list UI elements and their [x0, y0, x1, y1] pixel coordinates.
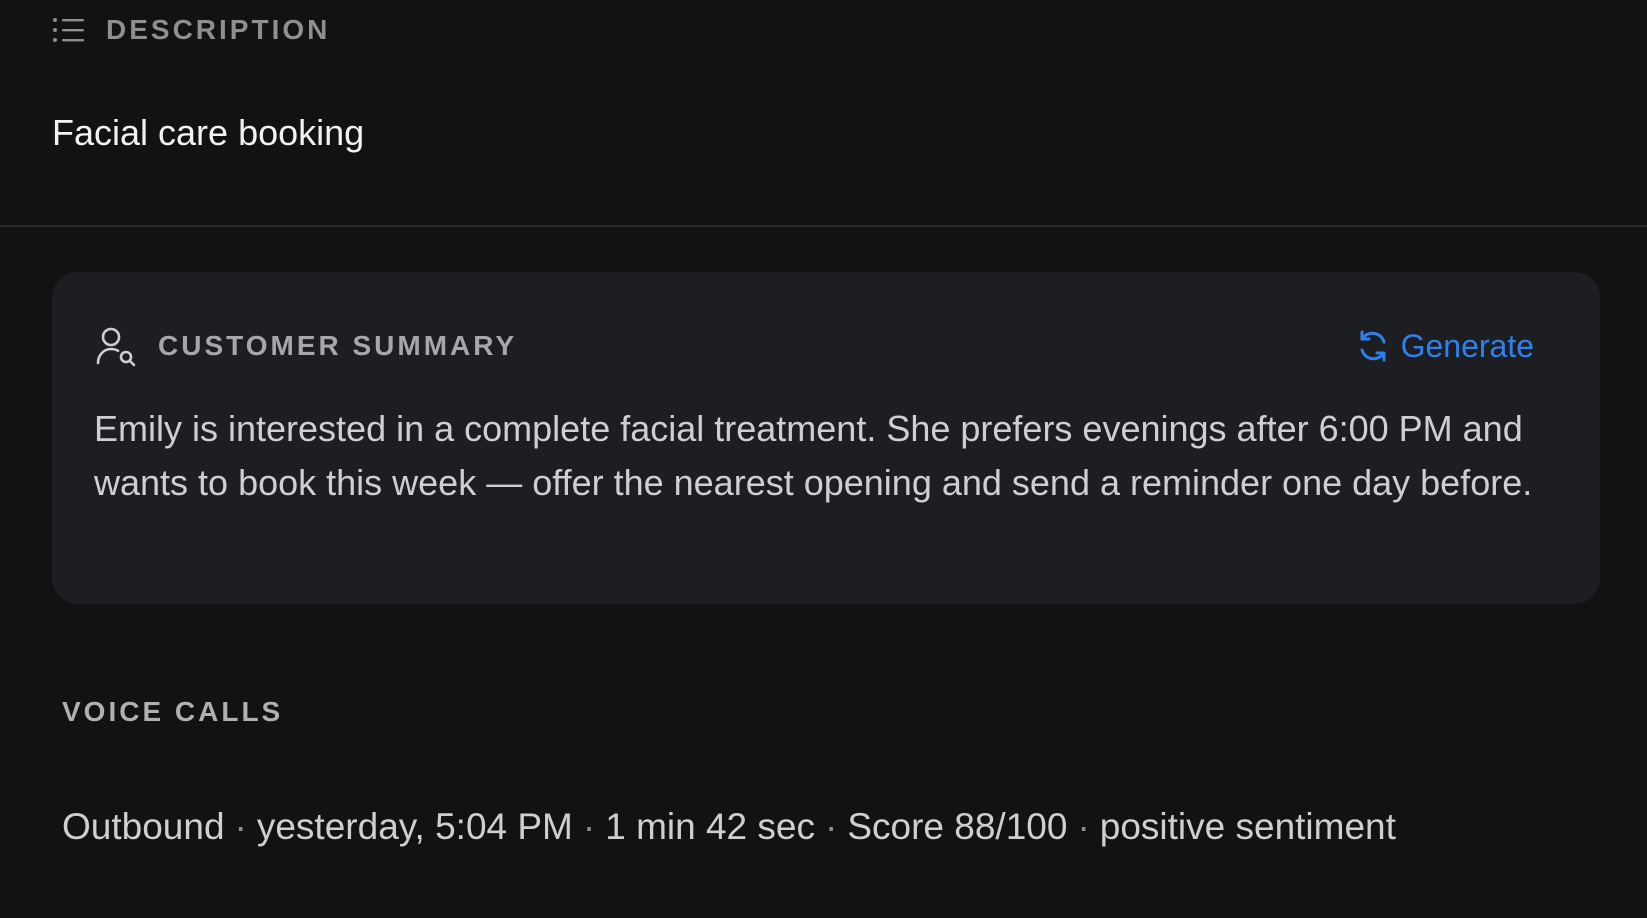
- user-search-icon: [94, 324, 138, 368]
- divider: [0, 225, 1647, 227]
- refresh-icon: [1355, 328, 1391, 364]
- call-direction: Outbound: [62, 806, 225, 847]
- customer-summary-title: CUSTOMER SUMMARY: [94, 324, 517, 368]
- description-label: DESCRIPTION: [106, 14, 331, 45]
- list-icon: [52, 16, 86, 44]
- voice-calls-label: VOICE CALLS: [62, 696, 284, 727]
- call-duration: 1 min 42 sec: [605, 806, 815, 847]
- customer-summary-header: CUSTOMER SUMMARY Generate: [94, 324, 1534, 368]
- customer-summary-card: CUSTOMER SUMMARY Generate Emily is inter…: [52, 272, 1600, 604]
- generate-label: Generate: [1400, 327, 1534, 364]
- call-time: yesterday, 5:04 PM: [256, 806, 573, 847]
- customer-summary-label: CUSTOMER SUMMARY: [158, 330, 518, 361]
- description-header: DESCRIPTION: [52, 14, 330, 46]
- page: DESCRIPTION Facial care booking CUSTOMER…: [0, 0, 1647, 918]
- description-text[interactable]: Facial care booking: [52, 112, 364, 154]
- generate-button[interactable]: Generate: [1355, 328, 1534, 365]
- voice-call-item[interactable]: Outbound · yesterday, 5:04 PM · 1 min 42 sec…: [62, 806, 1396, 848]
- voice-calls-header: VOICE CALLS: [62, 696, 283, 728]
- call-score: Score 88/100: [847, 806, 1068, 847]
- customer-summary-text: Emily is interested in a complete facial…: [94, 408, 1533, 503]
- call-sentiment: positive sentiment: [1099, 806, 1396, 847]
